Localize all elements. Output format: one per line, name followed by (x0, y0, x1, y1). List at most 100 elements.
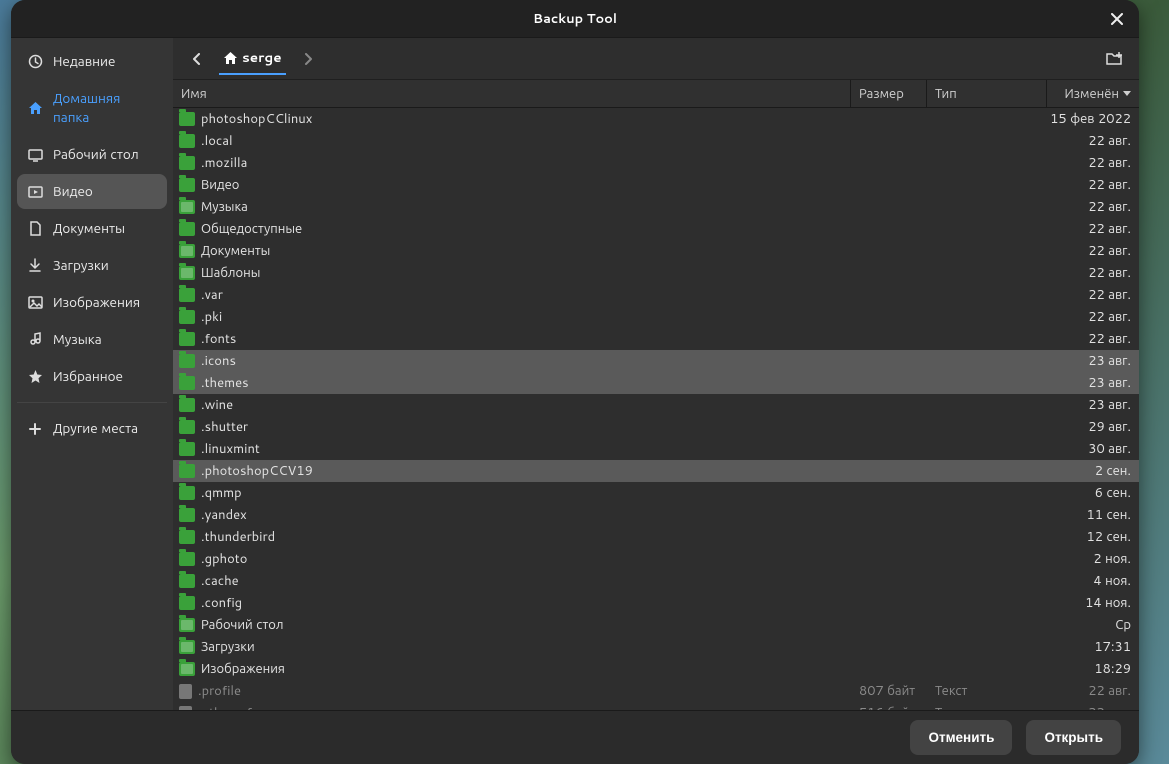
file-modified: 23 авг. (1047, 352, 1139, 370)
folder-icon (179, 266, 195, 280)
sidebar-item-label: Избранное (53, 367, 123, 386)
file-row[interactable]: .local22 авг. (173, 130, 1139, 152)
sidebar-item-recent[interactable]: Недавние (17, 44, 167, 79)
sidebar-item-label: Документы (53, 219, 125, 238)
folder-icon (179, 662, 195, 676)
sidebar-other-places[interactable]: Другие места (17, 411, 167, 446)
file-name: .var (201, 286, 223, 304)
file-modified: 22 авг. (1047, 704, 1139, 710)
file-row[interactable]: .icons23 авг. (173, 350, 1139, 372)
file-icon (179, 684, 192, 699)
file-type: Текст (927, 704, 1047, 710)
sidebar-item-label: Другие места (53, 419, 138, 438)
file-row[interactable]: .wine23 авг. (173, 394, 1139, 416)
clock-icon (27, 54, 43, 70)
file-modified: 2 сен. (1047, 462, 1139, 480)
header-size[interactable]: Размер (851, 80, 927, 107)
file-name: .gphoto (201, 550, 247, 568)
chevron-left-icon (192, 53, 202, 65)
home-icon (27, 100, 43, 116)
file-row[interactable]: .thunderbird12 сен. (173, 526, 1139, 548)
file-row[interactable]: .photoshopCCV192 сен. (173, 460, 1139, 482)
sidebar-item-documents[interactable]: Документы (17, 211, 167, 246)
close-icon (1111, 13, 1123, 25)
sidebar-item-downloads[interactable]: Загрузки (17, 248, 167, 283)
file-row[interactable]: .gphoto2 ноя. (173, 548, 1139, 570)
file-name: Загрузки (201, 638, 255, 656)
sort-descending-icon (1123, 91, 1131, 96)
file-name: .themes (201, 374, 249, 392)
header-type[interactable]: Тип (927, 80, 1047, 107)
folder-icon (179, 640, 195, 654)
file-row[interactable]: Рабочий столСр (173, 614, 1139, 636)
nav-forward-button[interactable] (294, 45, 322, 73)
file-row[interactable]: .yandex11 сен. (173, 504, 1139, 526)
download-icon (27, 258, 43, 274)
chevron-right-icon (303, 53, 313, 65)
file-list[interactable]: photoshopCClinux15 фев 2022.local22 авг.… (173, 108, 1139, 710)
file-row[interactable]: Видео22 авг. (173, 174, 1139, 196)
new-folder-button[interactable] (1101, 45, 1129, 73)
sidebar-item-label: Видео (53, 182, 93, 201)
file-row[interactable]: .var22 авг. (173, 284, 1139, 306)
folder-icon (179, 596, 195, 610)
file-row[interactable]: .mozilla22 авг. (173, 152, 1139, 174)
folder-icon (179, 618, 195, 632)
file-name: .gtkrc-xfce (198, 704, 265, 710)
file-name: .linuxmint (201, 440, 260, 458)
document-icon (27, 221, 43, 237)
header-modified[interactable]: Изменён (1047, 80, 1139, 107)
file-row[interactable]: Музыка22 авг. (173, 196, 1139, 218)
file-row[interactable]: .config14 ноя. (173, 592, 1139, 614)
file-name: .thunderbird (201, 528, 275, 546)
file-row[interactable]: photoshopCClinux15 фев 2022 (173, 108, 1139, 130)
file-row[interactable]: .cache4 ноя. (173, 570, 1139, 592)
titlebar: Backup Tool (11, 0, 1139, 38)
file-row[interactable]: Общедоступные22 авг. (173, 218, 1139, 240)
sidebar-item-label: Домашняя папка (53, 89, 157, 127)
file-name: Общедоступные (201, 220, 302, 238)
folder-icon (179, 178, 195, 192)
sidebar-item-music[interactable]: Музыка (17, 322, 167, 357)
folder-icon (179, 442, 195, 456)
file-row[interactable]: Шаблоны22 авг. (173, 262, 1139, 284)
cancel-button[interactable]: Отменить (910, 720, 1012, 755)
close-button[interactable] (1105, 7, 1129, 31)
header-name[interactable]: Имя (173, 80, 851, 107)
file-row[interactable]: Загрузки17:31 (173, 636, 1139, 658)
file-row[interactable]: .themes23 авг. (173, 372, 1139, 394)
sidebar-item-starred[interactable]: Избранное (17, 359, 167, 394)
open-button[interactable]: Открыть (1026, 720, 1121, 755)
file-modified: 23 авг. (1047, 396, 1139, 414)
file-row[interactable]: .profile807 байтТекст22 авг. (173, 680, 1139, 702)
sidebar-item-pictures[interactable]: Изображения (17, 285, 167, 320)
music-icon (27, 332, 43, 348)
sidebar-item-label: Загрузки (53, 256, 109, 275)
file-row[interactable]: .shutter29 авг. (173, 416, 1139, 438)
sidebar-item-videos[interactable]: Видео (17, 174, 167, 209)
file-modified: 22 авг. (1047, 330, 1139, 348)
sidebar-item-desktop[interactable]: Рабочий стол (17, 137, 167, 172)
folder-icon (179, 222, 195, 236)
nav-back-button[interactable] (183, 45, 211, 73)
breadcrumb-home[interactable]: serge (219, 42, 286, 75)
file-row[interactable]: .pki22 авг. (173, 306, 1139, 328)
file-row[interactable]: .qmmp6 сен. (173, 482, 1139, 504)
file-modified: 22 авг. (1047, 682, 1139, 700)
file-row[interactable]: .gtkrc-xfce516 байтТекст22 авг. (173, 702, 1139, 710)
file-name: Рабочий стол (201, 616, 284, 634)
file-type: Текст (927, 682, 1047, 700)
file-name: Документы (201, 242, 270, 260)
folder-icon (179, 156, 195, 170)
file-row[interactable]: Документы22 авг. (173, 240, 1139, 262)
file-row[interactable]: .fonts22 авг. (173, 328, 1139, 350)
folder-icon (179, 288, 195, 302)
folder-icon (179, 574, 195, 588)
sidebar-item-home[interactable]: Домашняя папка (17, 81, 167, 135)
folder-icon (179, 530, 195, 544)
star-icon (27, 369, 43, 385)
file-modified: 22 авг. (1047, 198, 1139, 216)
file-row[interactable]: .linuxmint30 авг. (173, 438, 1139, 460)
file-row[interactable]: Изображения18:29 (173, 658, 1139, 680)
file-modified: 4 ноя. (1047, 572, 1139, 590)
